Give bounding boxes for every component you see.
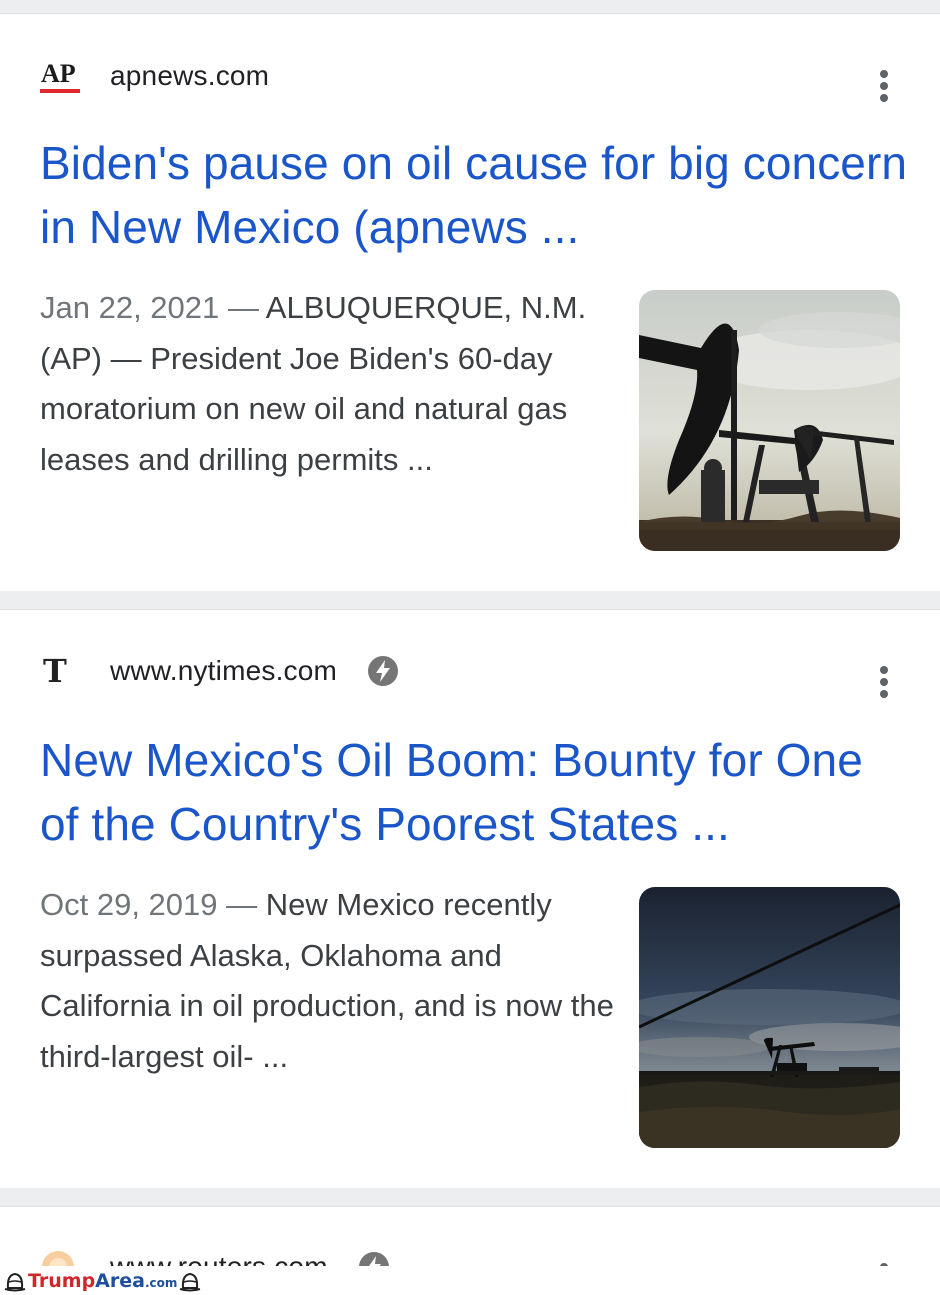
more-vert-icon[interactable] [878, 662, 890, 702]
result-thumbnail[interactable] [639, 887, 900, 1148]
source-domain: www.nytimes.com [110, 655, 338, 686]
source-domain: apnews.com [110, 60, 270, 91]
result-divider [0, 1188, 940, 1207]
hat-icon [4, 1272, 26, 1292]
svg-text:AP: AP [41, 59, 76, 88]
watermark-suffix: .com [144, 1276, 178, 1290]
result-source[interactable]: T www.nytimes.com [40, 651, 399, 691]
watermark-brand-b: Area [95, 1270, 145, 1292]
result-title-link[interactable]: New Mexico's Oil Boom: Bounty for One of… [40, 728, 910, 856]
hat-icon [180, 1272, 201, 1292]
result-title-link[interactable]: Biden's pause on oil cause for big conce… [40, 131, 910, 259]
result-date: Jan 22, 2021 [40, 290, 220, 325]
watermark: Trump Area .com [2, 1269, 203, 1293]
search-result-card[interactable]: AP apnews.com Biden's pause on oil cause… [0, 14, 940, 591]
result-snippet: Oct 29, 2019 — New Mexico recently surpa… [40, 880, 615, 1082]
nyt-logo-icon: T [40, 651, 82, 691]
result-source[interactable]: AP apnews.com [40, 56, 269, 96]
watermark-brand-a: Trump [28, 1270, 96, 1292]
more-vert-icon[interactable] [878, 66, 890, 106]
result-thumbnail[interactable] [639, 290, 900, 551]
result-snippet: Jan 22, 2021 — ALBUQUERQUE, N.M. (AP) — … [40, 283, 615, 485]
top-divider [0, 0, 940, 14]
result-divider [0, 591, 940, 610]
search-result-card[interactable]: T www.nytimes.com New Mexico's Oil Boom:… [0, 610, 940, 1188]
result-date: Oct 29, 2019 [40, 887, 218, 922]
date-separator: — [226, 887, 258, 922]
date-separator: — [227, 290, 259, 325]
amp-lightning-icon [368, 656, 399, 686]
svg-text:T: T [43, 652, 67, 690]
ap-logo-icon: AP [40, 56, 82, 96]
